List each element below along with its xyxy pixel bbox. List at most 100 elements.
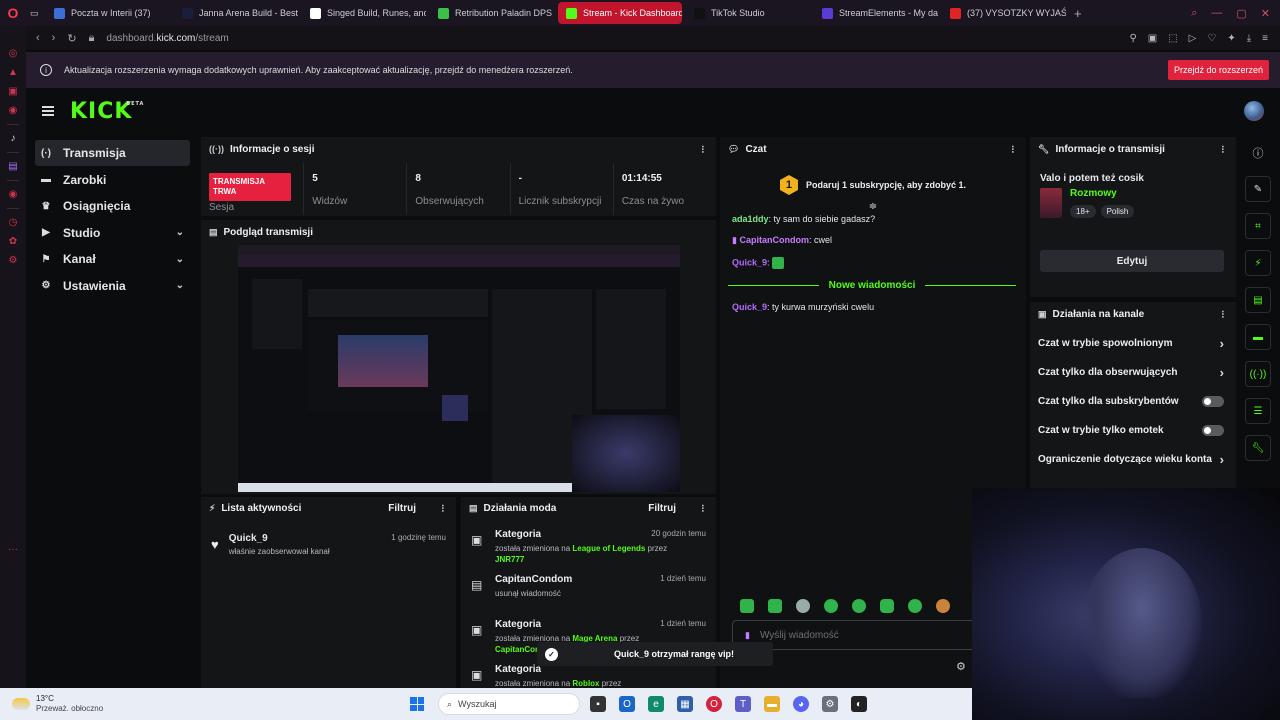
more-options-icon[interactable]: ··· xyxy=(1216,145,1228,153)
mod-action-target[interactable]: Roblox xyxy=(572,679,599,688)
gift-sub-promo[interactable]: 1 Podaruj 1 subskrypcję, aby zdobyć 1. xyxy=(720,175,1026,195)
heart-icon[interactable]: ♡ xyxy=(1207,33,1216,44)
nav-item-0[interactable]: (·) Transmisja xyxy=(35,140,190,166)
browser-tab[interactable]: Janna Arena Build - Best xyxy=(174,2,298,24)
more-options-icon[interactable]: ··· xyxy=(436,504,448,512)
edge-icon[interactable]: e xyxy=(648,696,664,712)
nav-item-1[interactable]: ▬ Zarobki xyxy=(35,167,190,193)
url-field[interactable]: dashboard.kick.com/stream xyxy=(106,33,228,44)
task-view-icon[interactable]: ▪ xyxy=(590,696,606,712)
hamburger-menu-icon[interactable] xyxy=(42,106,54,116)
twitch-icon[interactable]: ▤ xyxy=(8,161,17,172)
nav-item-3[interactable]: ▶ Studio ⌄ xyxy=(35,220,190,246)
emote-icon[interactable] xyxy=(852,599,866,613)
new-tab-button[interactable]: + xyxy=(1066,6,1090,21)
browser-tab[interactable]: ▭ xyxy=(26,2,46,24)
nav-item-2[interactable]: ♛ Osiągnięcia xyxy=(35,193,190,219)
screenshot-icon[interactable]: ⬚ xyxy=(1168,33,1177,44)
chat-message[interactable]: Quick_9: ty kurwa murzyński cwelu xyxy=(732,302,1026,312)
tab-manager-icon[interactable]: ▭ xyxy=(30,8,39,19)
nav-item-5[interactable]: ⚙ Ustawienia ⌄ xyxy=(35,273,190,299)
toggle-switch[interactable] xyxy=(1202,425,1224,436)
filter-button[interactable]: Filtruj xyxy=(388,503,416,514)
emote-icon[interactable] xyxy=(796,599,810,613)
extension-icon[interactable]: ▣ xyxy=(1148,33,1157,44)
teams-icon[interactable]: T xyxy=(735,696,751,712)
channel-action-item[interactable]: Czat w trybie spowolnionym › xyxy=(1030,329,1236,358)
info-icon[interactable]: ⓘ xyxy=(1242,145,1274,161)
browser-tab[interactable]: (37) VYSOTZKY WYJAŚN xyxy=(942,2,1066,24)
stream-preview-video[interactable] xyxy=(238,245,680,492)
emote-icon[interactable] xyxy=(908,599,922,613)
chat-message[interactable]: Quick_9: xyxy=(732,257,1026,269)
steam-icon[interactable]: ◐ xyxy=(851,696,867,712)
chat-bubble-icon[interactable]: ▬ xyxy=(1245,324,1271,350)
emote-icon[interactable] xyxy=(768,599,782,613)
chat-username[interactable]: ada1ddy xyxy=(732,214,769,224)
windows-start-icon[interactable] xyxy=(410,697,424,711)
outlook-icon[interactable]: O xyxy=(619,696,635,712)
edit-stream-button[interactable]: Edytuj xyxy=(1040,250,1224,272)
download-icon[interactable]: ⤓ xyxy=(1247,33,1251,44)
whatsapp-icon[interactable]: ◉ xyxy=(9,105,18,116)
minimize-icon[interactable]: — xyxy=(1211,7,1222,20)
mod-action-actor[interactable]: JNR777 xyxy=(495,555,706,564)
more-options-icon[interactable]: ··· xyxy=(1216,310,1228,318)
chat-message[interactable]: ada1ddy: ty sam do siebie gadasz? xyxy=(732,214,1026,224)
forward-icon[interactable]: › xyxy=(52,32,56,44)
mod-action-target[interactable]: League of Legends xyxy=(572,544,645,553)
filter-button[interactable]: Filtruj xyxy=(648,503,676,514)
back-icon[interactable]: ‹ xyxy=(36,32,40,44)
history-icon[interactable]: ◷ xyxy=(9,217,18,228)
opera-taskbar-icon[interactable]: O xyxy=(706,696,722,712)
player-icon[interactable]: ◉ xyxy=(9,189,18,200)
chevron-right-icon[interactable]: › xyxy=(1220,452,1224,467)
more-options-icon[interactable]: ··· xyxy=(696,504,708,512)
chat-settings-icon[interactable]: ⚙ xyxy=(956,660,966,673)
weather-widget[interactable]: 13°C Przeważ. obłoczno xyxy=(0,694,410,714)
more-icon[interactable]: ··· xyxy=(8,544,18,555)
discord-icon[interactable]: ◕ xyxy=(793,696,809,712)
maximize-icon[interactable]: ▢ xyxy=(1236,7,1246,20)
chevron-right-icon[interactable]: › xyxy=(1220,336,1224,351)
messenger-icon[interactable]: ◎ xyxy=(9,48,18,59)
browser-tab[interactable]: TikTok Studio xyxy=(686,2,810,24)
nav-item-4[interactable]: ⚑ Kanał ⌄ xyxy=(35,246,190,272)
taskbar-search[interactable]: ⌕ Wyszukaj xyxy=(438,693,580,715)
store-icon[interactable]: ▦ xyxy=(677,696,693,712)
settings-taskbar-icon[interactable]: ⚙ xyxy=(822,696,838,712)
channel-action-item[interactable]: Czat tylko dla obserwujących › xyxy=(1030,358,1236,387)
bookmark-icon[interactable]: ⚲ xyxy=(1129,33,1136,44)
chat-username[interactable]: Quick_9 xyxy=(732,302,767,312)
tag-badge[interactable]: Polish xyxy=(1100,205,1135,218)
browser-tab[interactable]: Poczta w Interii (37) xyxy=(46,2,170,24)
browser-tab[interactable]: Stream - Kick Dashboard xyxy=(558,2,682,24)
channel-action-item[interactable]: Czat tylko dla subskrybentów xyxy=(1030,387,1236,416)
user-avatar[interactable] xyxy=(1244,101,1264,121)
opera-logo-icon[interactable]: O xyxy=(0,5,26,21)
emote-icon[interactable] xyxy=(936,599,950,613)
edit-icon[interactable]: ✎ xyxy=(1245,176,1271,202)
broadcast-icon[interactable]: ((·)) xyxy=(1245,361,1271,387)
browser-tab[interactable]: StreamElements - My da xyxy=(814,2,938,24)
explorer-icon[interactable]: ▬ xyxy=(764,696,780,712)
menu-icon[interactable]: ≡ xyxy=(1262,33,1268,44)
wrench-icon[interactable]: 🔧︎ xyxy=(1245,435,1271,461)
category-link[interactable]: Rozmowy xyxy=(1070,188,1134,199)
browser-tab[interactable]: Singed Build, Runes, and xyxy=(302,2,426,24)
channel-action-item[interactable]: Czat w trybie tylko emotek xyxy=(1030,416,1236,445)
tiktok-icon[interactable]: ♪ xyxy=(11,133,16,144)
document-icon[interactable]: ▤ xyxy=(1245,287,1271,313)
chat-username[interactable]: CapitanCondom xyxy=(739,235,809,245)
toggle-switch[interactable] xyxy=(1202,396,1224,407)
go-to-extensions-button[interactable]: Przejdź do rozszerzeń xyxy=(1167,60,1269,80)
crop-icon[interactable]: ⌗ xyxy=(1245,213,1271,239)
activity-user[interactable]: Quick_9 xyxy=(229,533,330,544)
chat-message[interactable]: ▮ CapitanCondom: cwel xyxy=(732,235,1026,246)
emote-icon[interactable] xyxy=(880,599,894,613)
chevron-right-icon[interactable]: › xyxy=(1220,365,1224,380)
reload-icon[interactable]: ↻ xyxy=(67,32,76,45)
more-options-icon[interactable]: ··· xyxy=(696,145,708,153)
play-icon[interactable]: ▷ xyxy=(1189,33,1197,44)
instagram-icon[interactable]: ▣ xyxy=(8,86,17,97)
